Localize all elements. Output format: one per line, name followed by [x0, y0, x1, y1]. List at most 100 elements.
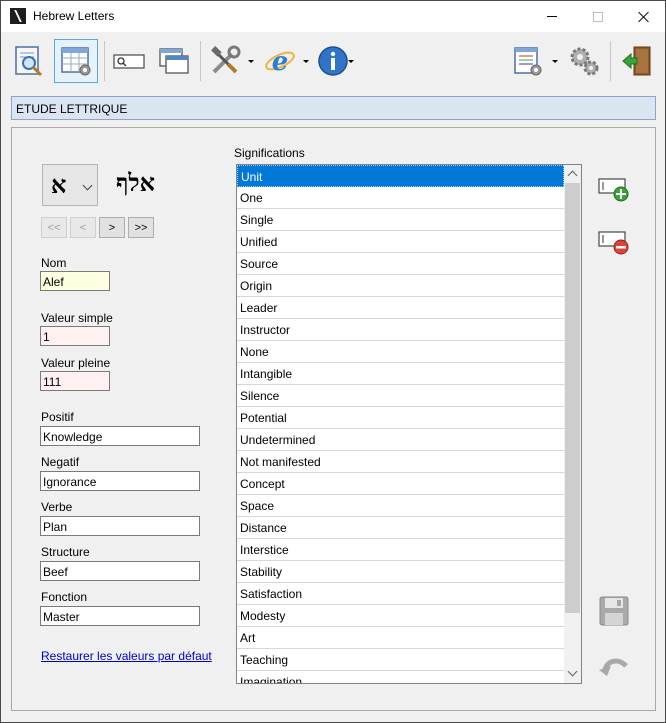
list-item[interactable]: Imagination: [237, 671, 564, 683]
next-button[interactable]: >: [99, 217, 125, 238]
undo-button[interactable]: [597, 648, 631, 682]
positif-field[interactable]: Knowledge: [40, 426, 200, 446]
significations-list[interactable]: Unit One Single Unified Source Origin Leader In…: [236, 164, 582, 684]
list-item[interactable]: Stability: [237, 561, 564, 583]
gears-icon: [570, 47, 599, 76]
structure-field[interactable]: Beef: [40, 561, 200, 581]
main-window: Hebrew Letters e ETUDE LETTRIQUE א אלף <…: [0, 0, 666, 723]
textbox-search-button[interactable]: [107, 39, 151, 83]
exit-button[interactable]: [615, 39, 659, 83]
list-item[interactable]: Art: [237, 627, 564, 649]
list-item[interactable]: Single: [237, 209, 564, 231]
list-item[interactable]: Not manifested: [237, 451, 564, 473]
valeur-pleine-label: Valeur pleine: [41, 356, 111, 370]
table-settings-button[interactable]: [54, 39, 98, 83]
table-settings-icon: [61, 47, 91, 76]
maximize-button[interactable]: [575, 1, 621, 32]
scroll-thumb[interactable]: [565, 183, 580, 613]
title-bar[interactable]: Hebrew Letters: [1, 1, 665, 32]
list-settings-button[interactable]: [506, 39, 550, 83]
last-button[interactable]: >>: [128, 217, 154, 238]
list-item[interactable]: Intangible: [237, 363, 564, 385]
info-icon: [318, 46, 348, 76]
undo-icon: [599, 658, 628, 676]
scroll-down-icon[interactable]: [567, 666, 578, 677]
list-item[interactable]: Unified: [237, 231, 564, 253]
tools-button[interactable]: [203, 39, 247, 83]
list-item[interactable]: Satisfaction: [237, 583, 564, 605]
app-icon: [10, 8, 26, 24]
internet-button[interactable]: e: [258, 39, 302, 83]
restore-defaults-link[interactable]: Restaurer les valeurs par défaut: [41, 649, 212, 663]
windows-icon: [159, 48, 189, 74]
negatif-label: Negatif: [41, 455, 80, 469]
scroll-up-icon[interactable]: [567, 170, 578, 181]
add-item-icon: [598, 178, 629, 202]
tools-dropdown-arrow[interactable]: [248, 60, 254, 63]
toolbar-separator: [104, 41, 105, 81]
nom-label: Nom: [41, 256, 67, 270]
valeur-pleine-field[interactable]: 111: [40, 371, 110, 391]
tools-icon: [211, 45, 241, 74]
valeur-simple-field[interactable]: 1: [40, 326, 110, 346]
list-item[interactable]: Undetermined: [237, 429, 564, 451]
section-header: ETUDE LETTRIQUE: [11, 96, 656, 120]
list-item[interactable]: Concept: [237, 473, 564, 495]
significations-list-items: Unit One Single Unified Source Origin Leader In…: [237, 165, 564, 683]
selected-letter: א: [51, 170, 67, 199]
save-button[interactable]: [597, 594, 631, 628]
list-item[interactable]: Space: [237, 495, 564, 517]
save-icon: [599, 596, 629, 626]
list-item[interactable]: Interstice: [237, 539, 564, 561]
verbe-label: Verbe: [41, 500, 73, 514]
list-item[interactable]: Silence: [237, 385, 564, 407]
letter-select[interactable]: א: [42, 164, 98, 206]
list-item[interactable]: Instructor: [237, 319, 564, 341]
minimize-button[interactable]: [529, 1, 575, 32]
list-settings-dropdown-arrow[interactable]: [552, 60, 558, 63]
list-item[interactable]: Potential: [237, 407, 564, 429]
nom-field[interactable]: Alef: [40, 271, 110, 291]
list-scrollbar[interactable]: [564, 165, 581, 683]
toolbar-separator: [200, 41, 201, 81]
list-item[interactable]: Modesty: [237, 605, 564, 627]
list-settings-icon: [514, 47, 542, 76]
search-document-icon: [15, 46, 43, 77]
textbox-search-icon: [113, 54, 145, 69]
list-item[interactable]: Distance: [237, 517, 564, 539]
chevron-down-icon: [82, 180, 93, 191]
windows-button[interactable]: [152, 39, 196, 83]
verbe-field[interactable]: Plan: [40, 516, 200, 536]
list-item[interactable]: Teaching: [237, 649, 564, 671]
fonction-label: Fonction: [41, 590, 88, 604]
list-item[interactable]: Source: [237, 253, 564, 275]
svg-text:e: e: [272, 47, 289, 77]
exit-door-icon: [622, 46, 651, 76]
list-item[interactable]: One: [237, 187, 564, 209]
remove-item-icon: [598, 231, 629, 255]
structure-label: Structure: [41, 545, 90, 559]
positif-label: Positif: [41, 410, 74, 424]
valeur-simple-label: Valeur simple: [41, 311, 113, 325]
settings-button[interactable]: [562, 39, 606, 83]
search-document-button[interactable]: [7, 39, 51, 83]
remove-item-button[interactable]: [597, 223, 631, 257]
letter-study-panel: א אלף << < > >> Nom Alef Valeur simple 1…: [11, 127, 656, 711]
significations-label: Significations: [234, 146, 305, 160]
close-icon: [638, 11, 650, 23]
toolbar-separator: [610, 41, 611, 81]
hebrew-letter-name: אלף: [116, 168, 156, 197]
add-item-button[interactable]: [597, 170, 631, 204]
negatif-field[interactable]: Ignorance: [40, 471, 200, 491]
close-button[interactable]: [621, 1, 665, 32]
previous-button[interactable]: <: [70, 217, 96, 238]
fonction-field[interactable]: Master: [40, 606, 200, 626]
list-item[interactable]: Unit: [237, 165, 564, 187]
list-item[interactable]: Leader: [237, 297, 564, 319]
first-button[interactable]: <<: [41, 217, 67, 238]
info-dropdown-arrow[interactable]: [348, 60, 354, 63]
maximize-icon: [593, 11, 603, 22]
list-item[interactable]: None: [237, 341, 564, 363]
list-item[interactable]: Origin: [237, 275, 564, 297]
internet-dropdown-arrow[interactable]: [303, 60, 309, 63]
